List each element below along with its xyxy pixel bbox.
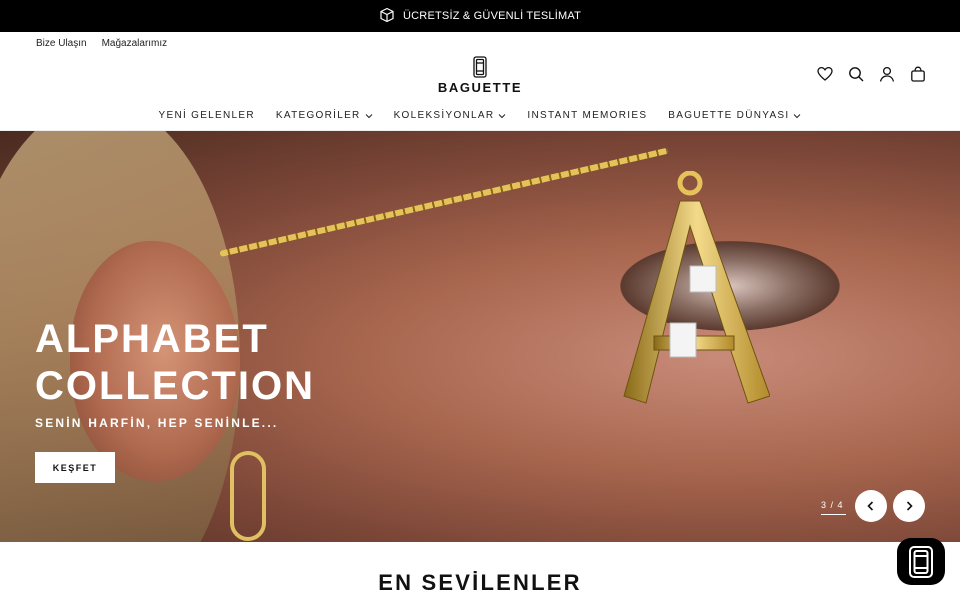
heart-icon[interactable]: [817, 66, 833, 82]
chevron-down-icon: [794, 113, 801, 118]
nav-item-label: KOLEKSİYONLAR: [393, 110, 495, 121]
main-navigation: YENİ GELENLER KATEGORİLER KOLEKSİYONLAR …: [0, 110, 960, 121]
site-header: Bize Ulaşın Mağazalarımız BAGUETTE YENİ …: [0, 32, 960, 131]
brand-name: BAGUETTE: [437, 80, 523, 95]
nav-item-label: INSTANT MEMORIES: [527, 110, 648, 121]
utility-links: Bize Ulaşın Mağazalarımız: [36, 38, 167, 49]
header-icons: [817, 66, 926, 82]
discover-button[interactable]: KEŞFET: [35, 452, 115, 483]
hero-text: ALPHABET COLLECTION SENİN HARFİN, HEP SE…: [35, 316, 315, 430]
nav-item-collections[interactable]: KOLEKSİYONLAR: [394, 110, 507, 121]
hero-image-earring: [230, 451, 266, 541]
nav-item-instant-memories[interactable]: INSTANT MEMORIES: [527, 110, 647, 121]
slide-counter: 3 / 4: [821, 500, 846, 515]
stores-link[interactable]: Mağazalarımız: [102, 38, 168, 49]
box-icon: [379, 7, 395, 26]
nav-item-categories[interactable]: KATEGORİLER: [276, 110, 373, 121]
chevron-down-icon: [365, 113, 372, 118]
bag-icon[interactable]: [910, 66, 926, 82]
baguette-chat-icon: [909, 545, 933, 578]
slide-counter-text: 3 / 4: [821, 500, 844, 510]
hero-title: ALPHABET COLLECTION: [35, 317, 315, 408]
announcement-bar: ÜCRETSİZ & GÜVENLİ TESLİMAT: [0, 0, 960, 32]
letter-a-pendant-image: [623, 171, 770, 404]
nav-item-new-arrivals[interactable]: YENİ GELENLER: [159, 110, 255, 121]
baguette-logo-icon: [473, 56, 487, 78]
hero-image-chain: [219, 147, 669, 257]
announcement-text: ÜCRETSİZ & GÜVENLİ TESLİMAT: [403, 10, 581, 22]
slider-prev-button[interactable]: [855, 490, 887, 522]
nav-item-label: YENİ GELENLER: [158, 110, 255, 121]
contact-link[interactable]: Bize Ulaşın: [36, 38, 87, 49]
chevron-left-icon: [867, 501, 874, 511]
slide-counter-underline: [821, 514, 846, 515]
chevron-down-icon: [499, 113, 506, 118]
nav-item-label: BAGUETTE DÜNYASI: [668, 110, 790, 121]
search-icon[interactable]: [848, 66, 864, 82]
brand-logo[interactable]: BAGUETTE: [437, 56, 523, 96]
chevron-right-icon: [906, 501, 913, 511]
section-title: EN SEVİLENLER: [378, 570, 582, 595]
nav-item-baguette-world[interactable]: BAGUETTE DÜNYASI: [668, 110, 801, 121]
user-icon[interactable]: [879, 66, 895, 82]
hero-subtitle: SENİN HARFİN, HEP SENİNLE...: [35, 416, 279, 430]
slider-next-button[interactable]: [893, 490, 925, 522]
nav-item-label: KATEGORİLER: [275, 110, 361, 121]
chat-button[interactable]: [897, 538, 945, 585]
